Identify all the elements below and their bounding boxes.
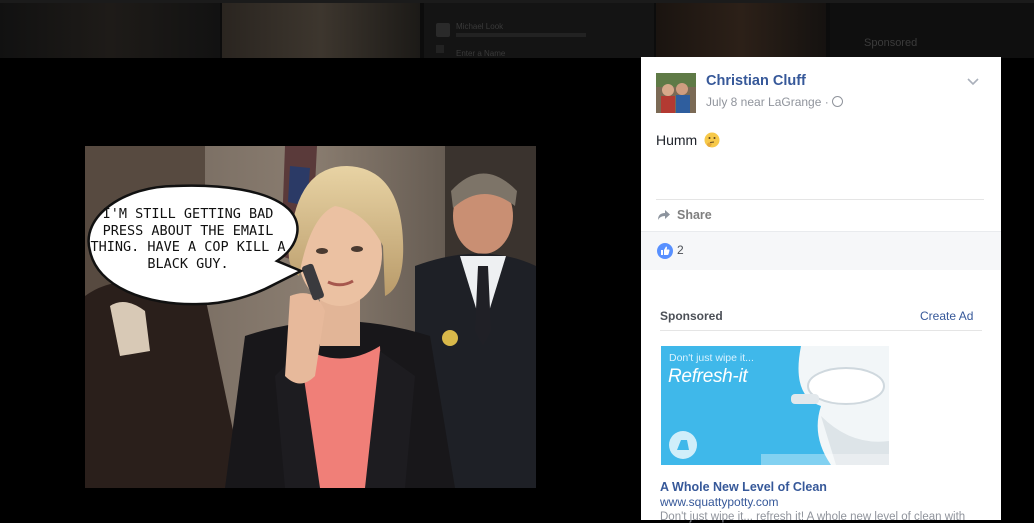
background-photo xyxy=(222,0,420,58)
share-button[interactable]: Share xyxy=(657,206,712,224)
post-photo[interactable]: I'M STILL GETTING BAD PRESS ABOUT THE EM… xyxy=(85,146,536,488)
ad-url[interactable]: www.squattypotty.com xyxy=(660,495,779,509)
ad-product-illustration xyxy=(669,346,889,465)
background-text-line xyxy=(456,33,586,37)
background-sponsored: Sponsored xyxy=(864,37,918,49)
divider xyxy=(656,199,984,200)
avatar-image xyxy=(656,73,696,113)
background-name: Michael Look xyxy=(456,22,504,31)
author-avatar[interactable] xyxy=(656,73,696,113)
globe-icon xyxy=(831,96,843,107)
background-photo xyxy=(0,0,220,58)
thinking-face-icon xyxy=(704,132,720,148)
sponsored-heading: Sponsored xyxy=(660,309,723,323)
share-label: Share xyxy=(677,208,712,222)
ad-title-link[interactable]: A Whole New Level of Clean xyxy=(660,480,827,494)
ad-description: Don't just wipe it... refresh it! A whol… xyxy=(660,511,966,523)
post-meta[interactable]: July 8 near LaGrange · xyxy=(706,95,843,109)
photo-illustration xyxy=(85,146,536,488)
post-timestamp[interactable]: July 8 near LaGrange · xyxy=(706,95,829,109)
author-name-link[interactable]: Christian Cluff xyxy=(706,73,806,89)
background-icon xyxy=(436,45,444,53)
background-feed: Michael Look Enter a Name Sponsored xyxy=(0,0,1034,58)
share-arrow-icon xyxy=(658,210,670,220)
create-ad-link[interactable]: Create Ad xyxy=(920,309,973,323)
like-count[interactable]: 2 xyxy=(677,243,684,257)
background-sidebar xyxy=(830,0,1034,58)
background-action: Enter a Name xyxy=(456,49,506,58)
thumbs-up-icon xyxy=(661,246,670,255)
like-icon xyxy=(657,243,673,259)
reactions-bar[interactable]: 2 xyxy=(641,231,1001,270)
background-avatar xyxy=(436,23,450,37)
divider xyxy=(660,330,982,331)
chevron-down-icon[interactable] xyxy=(967,75,979,87)
background-divider xyxy=(0,0,1034,3)
post-text: Humm xyxy=(656,132,720,148)
ad-image[interactable]: Don't just wipe it... Refresh-it xyxy=(661,346,889,465)
post-side-panel: Christian Cluff July 8 near LaGrange · H… xyxy=(641,57,1001,523)
background-photo xyxy=(656,0,826,58)
post-message: Humm xyxy=(656,132,698,148)
speech-bubble-text: I'M STILL GETTING BAD PRESS ABOUT THE EM… xyxy=(90,206,286,272)
